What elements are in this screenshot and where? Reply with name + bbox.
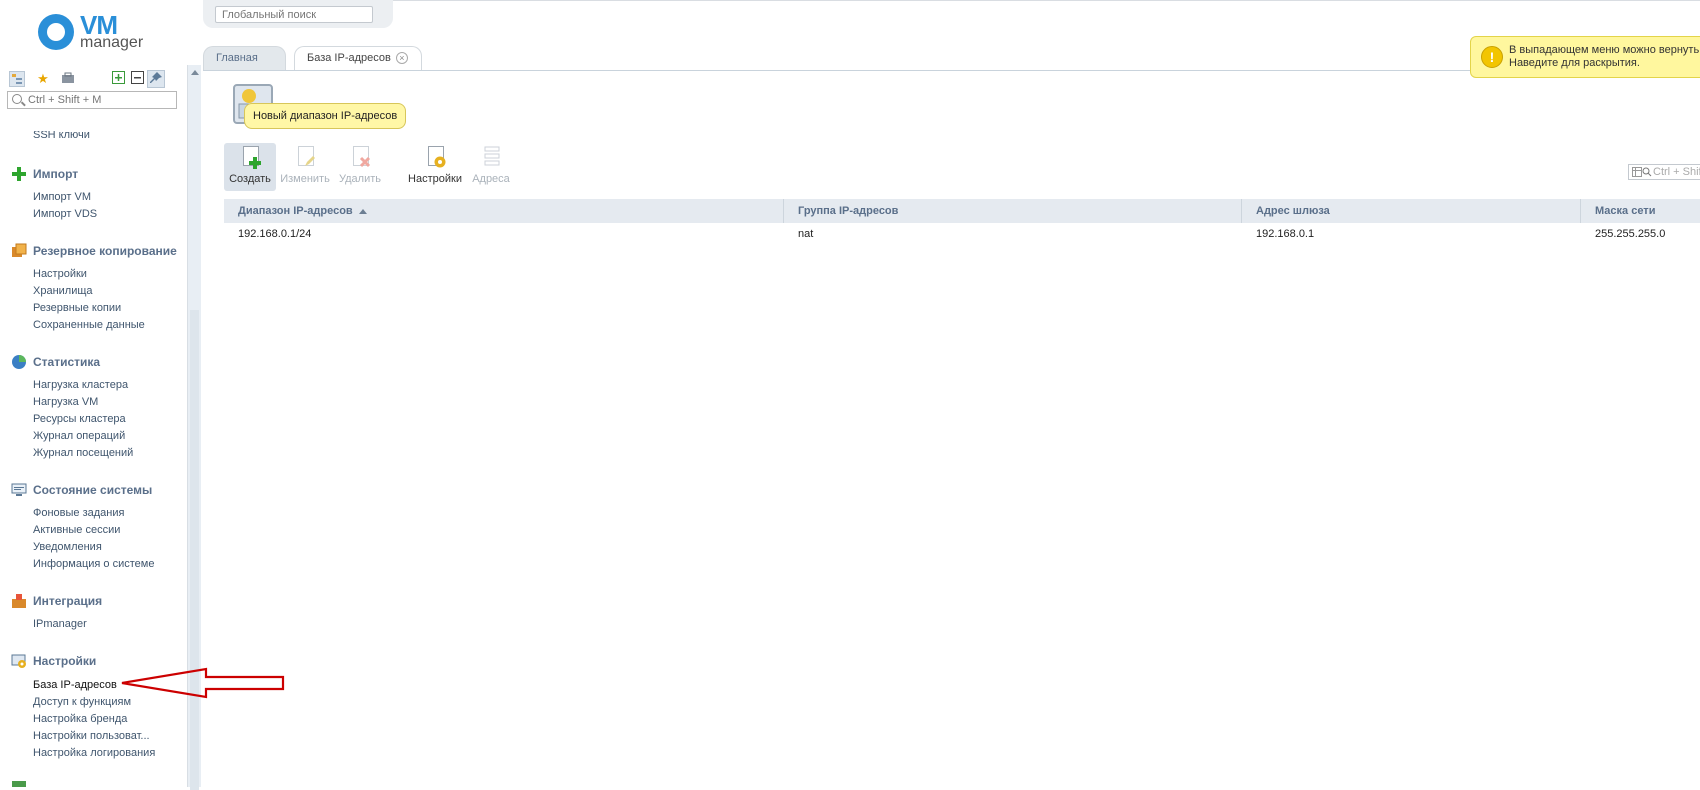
settings-button[interactable]: Настройки: [407, 143, 463, 191]
hint-notification[interactable]: ! В выпадающем меню можно вернуть Наведи…: [1470, 36, 1700, 78]
sidebar-item-logging-settings[interactable]: Настройка логирования: [33, 747, 155, 759]
pin-icon[interactable]: [147, 70, 165, 88]
statistics-icon: [11, 354, 27, 370]
sidebar-item-operations-log[interactable]: Журнал операций: [33, 430, 125, 442]
tab-ip-database-label: База IP-адресов: [307, 52, 391, 64]
edit-button-label: Изменить: [280, 173, 330, 185]
backup-icon: [11, 243, 27, 259]
sidebar-item-brand-settings[interactable]: Настройка бренда: [33, 713, 127, 725]
sidebar-section-settings[interactable]: Настройки: [33, 654, 96, 668]
column-header-gateway[interactable]: Адрес шлюза: [1242, 199, 1581, 223]
sidebar-item-system-info[interactable]: Информация о системе: [33, 558, 154, 570]
column-header-ip-range[interactable]: Диапазон IP-адресов: [224, 199, 784, 223]
tab-home-label: Главная: [216, 52, 258, 64]
logo-circle-icon: [38, 14, 74, 50]
sort-ascending-icon: [358, 208, 367, 214]
table-header: Диапазон IP-адресов Группа IP-адресов Ад…: [224, 199, 1700, 223]
sidebar-section-system-state[interactable]: Состояние системы: [33, 483, 152, 497]
sidebar-item-import-vds[interactable]: Импорт VDS: [33, 208, 97, 220]
plus-green-icon: [11, 166, 27, 182]
warning-icon: !: [1481, 46, 1503, 68]
sidebar-item-notifications[interactable]: Уведомления: [33, 541, 102, 553]
vmmanager-logo[interactable]: VM manager: [38, 10, 158, 54]
sidebar-item-cluster-resources[interactable]: Ресурсы кластера: [33, 413, 126, 425]
settings-doc-icon: [425, 146, 447, 170]
sidebar-item-ip-database[interactable]: База IP-адресов: [33, 679, 117, 691]
sidebar-item-import-vm[interactable]: Импорт VM: [33, 191, 91, 203]
cell-ip-group: nat: [798, 228, 814, 240]
top-divider: [203, 0, 1700, 1]
edit-doc-icon: [295, 146, 317, 170]
sidebar-item-ipmanager[interactable]: IPmanager: [33, 618, 87, 630]
delete-button-label: Удалить: [339, 173, 381, 185]
sidebar-item-saved-data[interactable]: Сохраненные данные: [33, 319, 145, 331]
sidebar-search-field[interactable]: [7, 91, 177, 109]
settings-icon: [11, 653, 27, 669]
global-search-input[interactable]: [222, 8, 372, 21]
create-button-label: Создать: [229, 173, 271, 185]
tab-home[interactable]: Главная: [203, 46, 286, 70]
cell-ip-range: 192.168.0.1/24: [238, 228, 312, 240]
hint-text: В выпадающем меню можно вернуть Наведите…: [1509, 44, 1699, 70]
sidebar-section-import[interactable]: Импорт: [33, 167, 78, 181]
grid-search-field[interactable]: Ctrl + Shift: [1628, 164, 1700, 180]
column-header-ip-range-label: Диапазон IP-адресов: [238, 205, 353, 217]
create-doc-icon: [240, 146, 262, 170]
cell-netmask: 255.255.255.0: [1595, 228, 1666, 240]
column-header-ip-group[interactable]: Группа IP-адресов: [784, 199, 1242, 223]
delete-doc-icon: [350, 146, 372, 170]
global-search-field[interactable]: [215, 6, 373, 23]
edit-button[interactable]: Изменить: [279, 143, 331, 191]
create-button[interactable]: Создать: [224, 143, 276, 191]
hint-line-2: Наведите для раскрытия.: [1509, 57, 1640, 69]
monitor-icon: [11, 482, 27, 498]
create-button-tooltip: Новый диапазон IP-адресов: [244, 103, 407, 129]
logo-product: manager: [80, 34, 144, 51]
sidebar-section-integration[interactable]: Интеграция: [33, 594, 102, 608]
cell-gateway: 192.168.0.1: [1256, 228, 1315, 240]
sidebar-item-backups[interactable]: Резервные копии: [33, 302, 121, 314]
integration-icon: [11, 593, 27, 609]
tree-view-icon[interactable]: [9, 71, 25, 87]
sidebar-item-cluster-load[interactable]: Нагрузка кластера: [33, 379, 128, 391]
expand-all-icon[interactable]: [110, 71, 126, 87]
sidebar-item-visits-log[interactable]: Журнал посещений: [33, 447, 133, 459]
addresses-button-label: Адреса: [472, 173, 510, 185]
sidebar-item-background-jobs[interactable]: Фоновые задания: [33, 507, 124, 519]
collapse-all-icon[interactable]: [129, 71, 145, 87]
sidebar-item-backup-settings[interactable]: Настройки: [33, 268, 87, 280]
close-tab-icon[interactable]: ×: [395, 52, 408, 65]
addresses-button[interactable]: Адреса: [465, 143, 517, 191]
settings-button-label: Настройки: [408, 173, 462, 185]
sidebar-section-backup[interactable]: Резервное копирование: [33, 244, 177, 258]
toolbox-icon[interactable]: [60, 71, 76, 87]
scroll-up-arrow-icon[interactable]: [191, 70, 199, 75]
sidebar-item-ssh-keys[interactable]: SSH ключи: [33, 131, 90, 141]
grid-search-icon: [1632, 167, 1652, 177]
addresses-list-icon: [481, 146, 503, 170]
favorites-star-icon[interactable]: ★: [35, 71, 51, 87]
sidebar-item-function-access[interactable]: Доступ к функциям: [33, 696, 131, 708]
sidebar-item-vm-load[interactable]: Нагрузка VM: [33, 396, 98, 408]
sidebar-item-storages[interactable]: Хранилища: [33, 285, 93, 297]
sidebar-section-statistics[interactable]: Статистика: [33, 355, 100, 369]
search-icon: [12, 94, 22, 104]
sidebar-toolbar: ★: [8, 70, 178, 90]
next-section-icon: [11, 780, 27, 787]
column-header-netmask[interactable]: Маска сети: [1581, 199, 1700, 223]
hint-line-1: В выпадающем меню можно вернуть: [1509, 44, 1700, 56]
tab-ip-database[interactable]: База IP-адресов ×: [294, 46, 422, 71]
sidebar-search-input[interactable]: [28, 93, 168, 107]
sidebar-item-user-settings[interactable]: Настройки пользоват...: [33, 730, 150, 742]
delete-button[interactable]: Удалить: [334, 143, 386, 191]
grid-search-placeholder: Ctrl + Shift: [1653, 166, 1700, 178]
sidebar-item-active-sessions[interactable]: Активные сессии: [33, 524, 120, 536]
annotation-arrow: [121, 667, 285, 699]
scrollbar-thumb[interactable]: [190, 310, 199, 790]
